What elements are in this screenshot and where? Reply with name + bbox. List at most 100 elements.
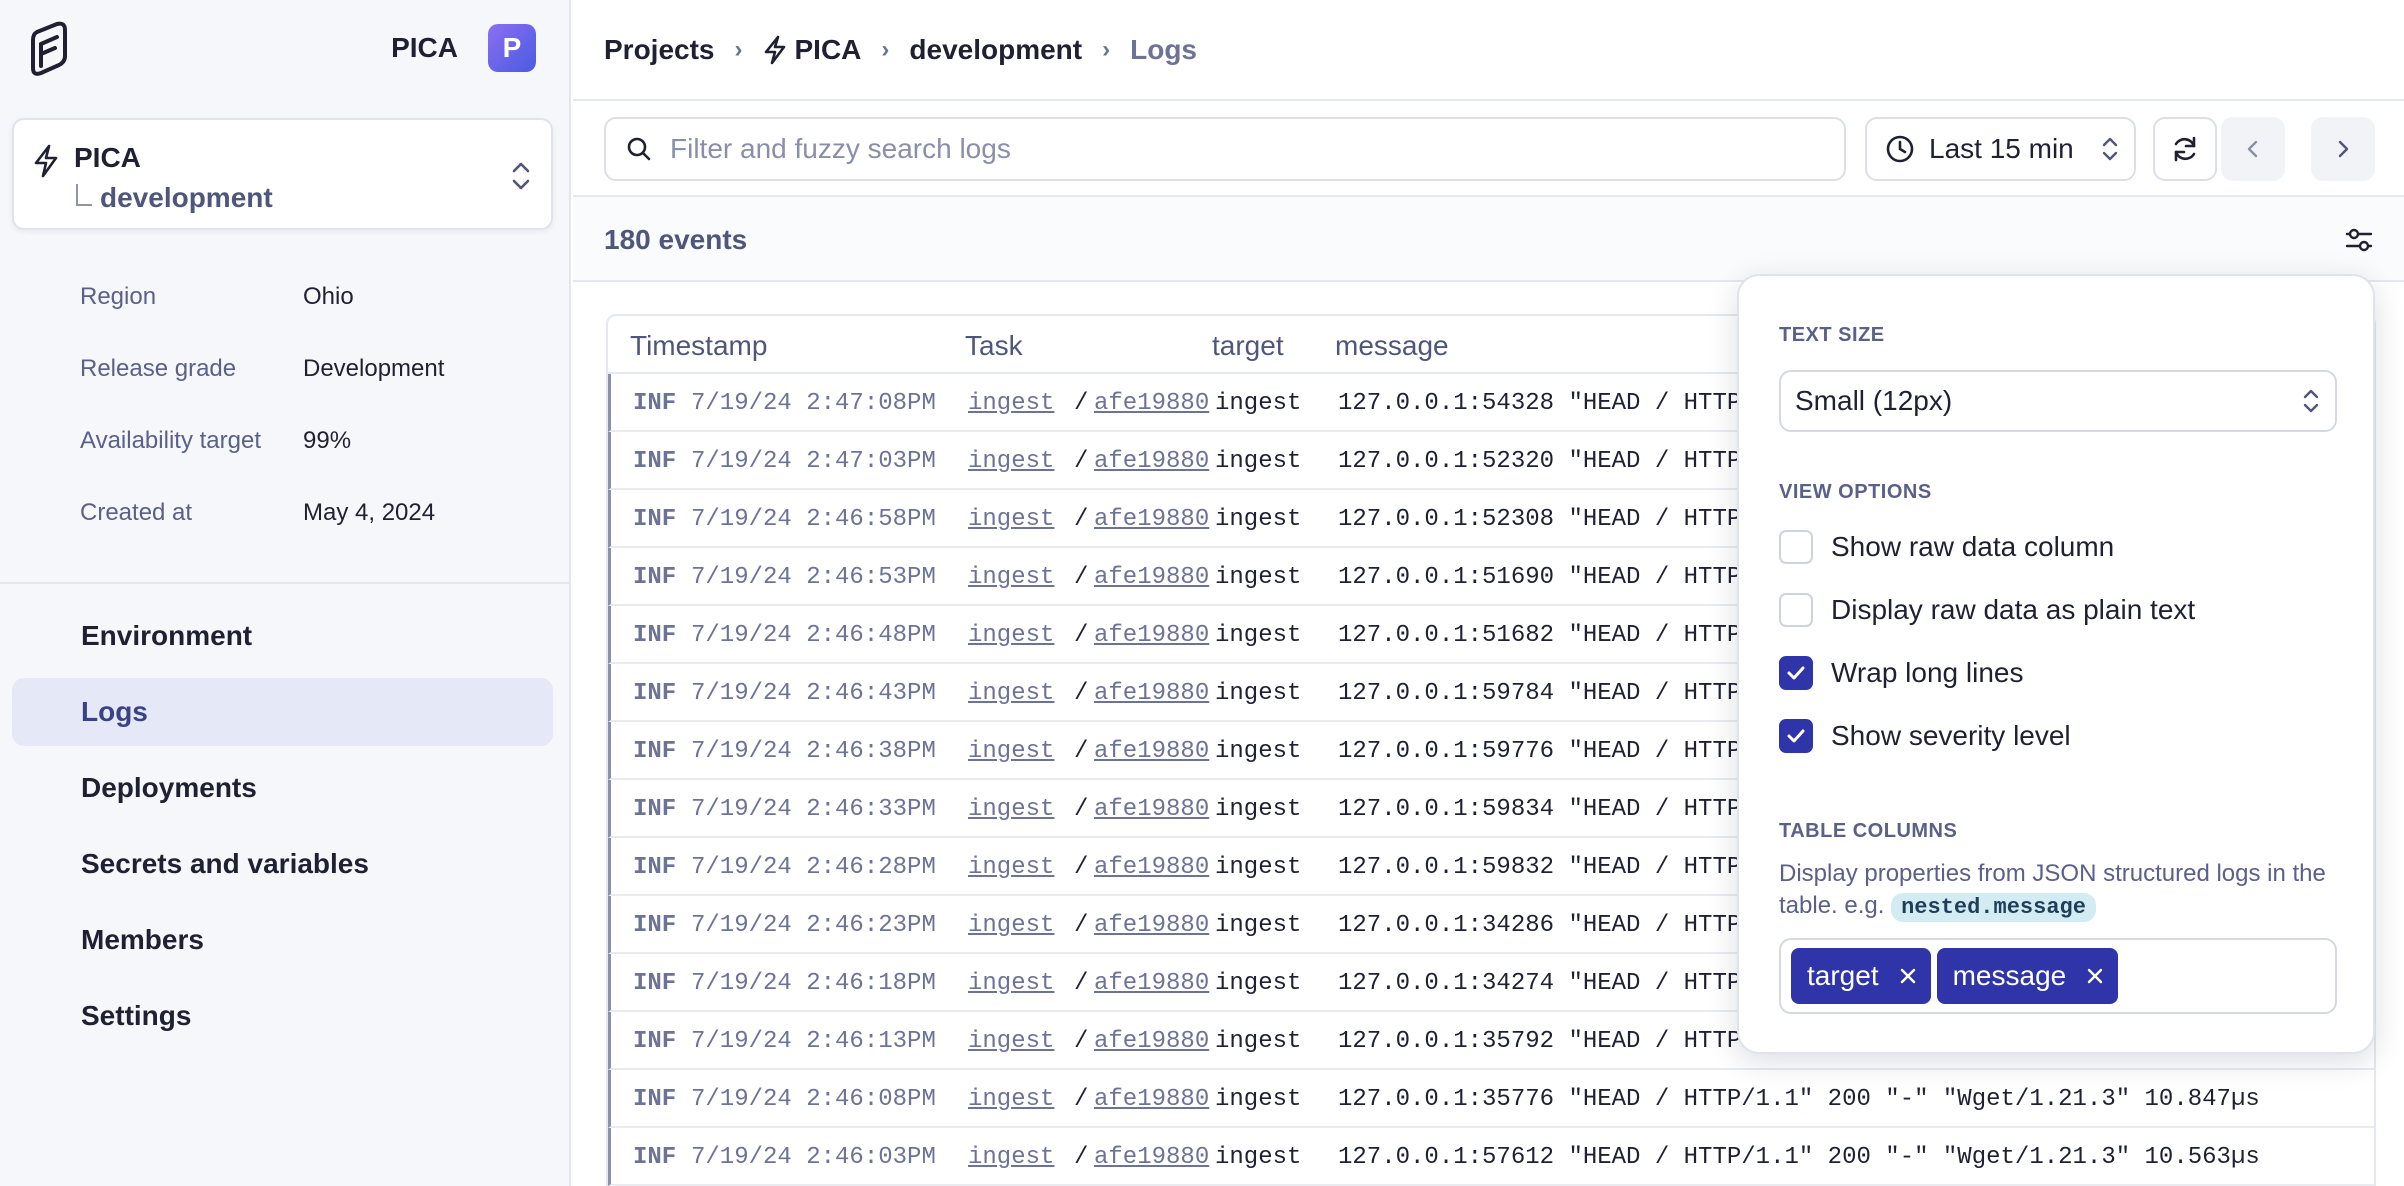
sidebar-header: PICA P [0,0,569,96]
table-columns-description: Display properties from JSON structured … [1779,858,2339,924]
chevron-right-icon [2338,140,2349,158]
nav-item-settings[interactable]: Settings [12,982,553,1050]
log-timestamp: 7/19/24 2:46:03PM [691,1144,936,1171]
view-option-label: Show severity level [1831,720,2071,751]
nav-item-members[interactable]: Members [12,906,553,974]
chevron-up-down-icon [2303,389,2319,413]
example-code-chip: nested.message [1891,893,2096,922]
column-tags-input[interactable]: target message [1779,938,2337,1014]
severity-level: INF [633,1028,677,1055]
task-link[interactable]: ingest [968,738,1054,765]
column-tag-message: message [1936,948,2119,1004]
nav-item-environment[interactable]: Environment [12,602,553,670]
task-id-link[interactable]: afe19880 [1094,1086,1209,1113]
checkbox[interactable] [1779,530,1813,564]
events-bar: 180 events [573,197,2404,282]
log-row[interactable]: INF 7/19/24 2:46:03PM ingest / afe19880 inges… [608,1128,2374,1186]
nav-item-secrets-and-variables[interactable]: Secrets and variables [12,830,553,898]
close-icon[interactable] [1899,967,1917,985]
task-separator: / [1074,1086,1089,1113]
task-id-link[interactable]: afe19880 [1094,390,1209,417]
chevron-up-down-icon [512,162,530,190]
checkbox[interactable] [1779,593,1813,627]
project-switcher[interactable]: PICA development [12,118,553,230]
task-id-link[interactable]: afe19880 [1094,970,1209,997]
log-message: 127.0.0.1:54328 "HEAD / HTTP [1338,390,1742,417]
sidebar: PICA P PICA development Region Ohio Rele… [0,0,571,1186]
task-id-link[interactable]: afe19880 [1094,912,1209,939]
task-id-link[interactable]: afe19880 [1094,564,1209,591]
checkbox[interactable] [1779,719,1813,753]
environment-name: development [100,182,273,213]
info-row-availability-target: Availability target 99% [80,427,351,455]
previous-page-button[interactable] [2221,117,2285,181]
task-id-link[interactable]: afe19880 [1094,1028,1209,1055]
nav-item-logs[interactable]: Logs [12,678,553,746]
task-id-link[interactable]: afe19880 [1094,738,1209,765]
task-id-link[interactable]: afe19880 [1094,1144,1209,1171]
search-input[interactable] [670,133,1770,165]
task-id-link[interactable]: afe19880 [1094,448,1209,475]
task-id-link[interactable]: afe19880 [1094,622,1209,649]
task-id-link[interactable]: afe19880 [1094,854,1209,881]
view-option-display-raw-data-as-plain-text[interactable]: Display raw data as plain text [1779,593,2195,627]
log-row[interactable]: INF 7/19/24 2:46:08PM ingest / afe19880 inges… [608,1070,2374,1128]
app-logo-icon[interactable] [27,20,71,76]
check-icon [1787,729,1805,743]
log-timestamp: 7/19/24 2:46:58PM [691,506,936,533]
time-range-label: Last 15 min [1929,133,2074,164]
view-option-show-severity-level[interactable]: Show severity level [1779,719,2071,753]
refresh-button[interactable] [2153,117,2217,181]
log-timestamp: 7/19/24 2:46:23PM [691,912,936,939]
task-separator: / [1074,738,1089,765]
text-size-select[interactable]: Small (12px) [1779,370,2337,432]
search-box[interactable] [604,117,1846,181]
column-header-timestamp[interactable]: Timestamp [630,330,767,362]
log-message: 127.0.0.1:59832 "HEAD / HTTP [1338,854,1742,881]
task-link[interactable]: ingest [968,564,1054,591]
task-id-link[interactable]: afe19880 [1094,680,1209,707]
task-id-link[interactable]: afe19880 [1094,796,1209,823]
task-separator: / [1074,912,1089,939]
project-name: PICA [74,142,141,173]
close-icon[interactable] [2086,967,2104,985]
task-link[interactable]: ingest [968,1086,1054,1113]
sliders-icon[interactable] [2344,225,2374,255]
task-separator: / [1074,564,1089,591]
task-link[interactable]: ingest [968,390,1054,417]
checkbox[interactable] [1779,656,1813,690]
column-header-message[interactable]: message [1335,330,1449,362]
task-separator: / [1074,680,1089,707]
nav-item-deployments[interactable]: Deployments [12,754,553,822]
avatar[interactable]: P [488,24,536,72]
breadcrumb-logs: Logs [1130,33,1197,65]
time-range-select[interactable]: Last 15 min [1865,117,2136,181]
breadcrumb-project[interactable]: PICA [795,34,862,66]
task-link[interactable]: ingest [968,854,1054,881]
task-link[interactable]: ingest [968,680,1054,707]
task-link[interactable]: ingest [968,622,1054,649]
task-separator: / [1074,1144,1089,1171]
log-timestamp: 7/19/24 2:46:43PM [691,680,936,707]
breadcrumb-environment[interactable]: development [909,34,1082,66]
task-link[interactable]: ingest [968,912,1054,939]
view-option-wrap-long-lines[interactable]: Wrap long lines [1779,656,2023,690]
task-link[interactable]: ingest [968,1028,1054,1055]
next-page-button[interactable] [2311,117,2375,181]
task-link[interactable]: ingest [968,970,1054,997]
column-header-task[interactable]: Task [965,330,1023,362]
task-link[interactable]: ingest [968,796,1054,823]
task-link[interactable]: ingest [968,1144,1054,1171]
task-separator: / [1074,1028,1089,1055]
task-link[interactable]: ingest [968,448,1054,475]
chevron-right-icon: › [881,35,890,63]
view-option-show-raw-data-column[interactable]: Show raw data column [1779,530,2114,564]
task-link[interactable]: ingest [968,506,1054,533]
log-message: 127.0.0.1:59784 "HEAD / HTTP [1338,680,1742,707]
log-message: 127.0.0.1:51682 "HEAD / HTTP [1338,622,1742,649]
task-separator: / [1074,506,1089,533]
breadcrumb-projects[interactable]: Projects [604,34,715,66]
column-header-target[interactable]: target [1212,330,1284,362]
task-id-link[interactable]: afe19880 [1094,506,1209,533]
chevron-left-icon [2247,140,2258,158]
